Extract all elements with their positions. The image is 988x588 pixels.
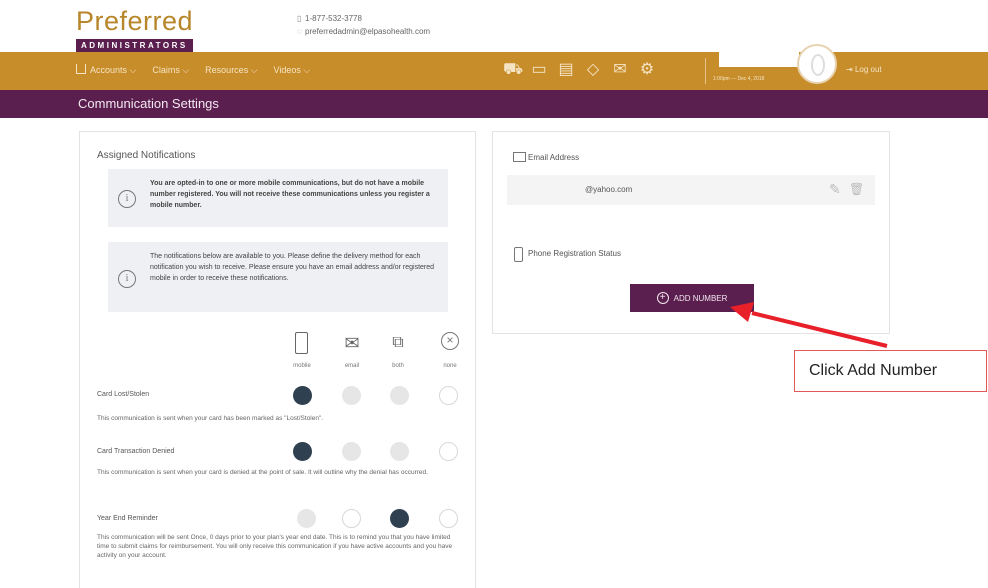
annotation-arrow bbox=[730, 302, 888, 348]
annotation-callout: Click Add Number bbox=[794, 350, 987, 392]
